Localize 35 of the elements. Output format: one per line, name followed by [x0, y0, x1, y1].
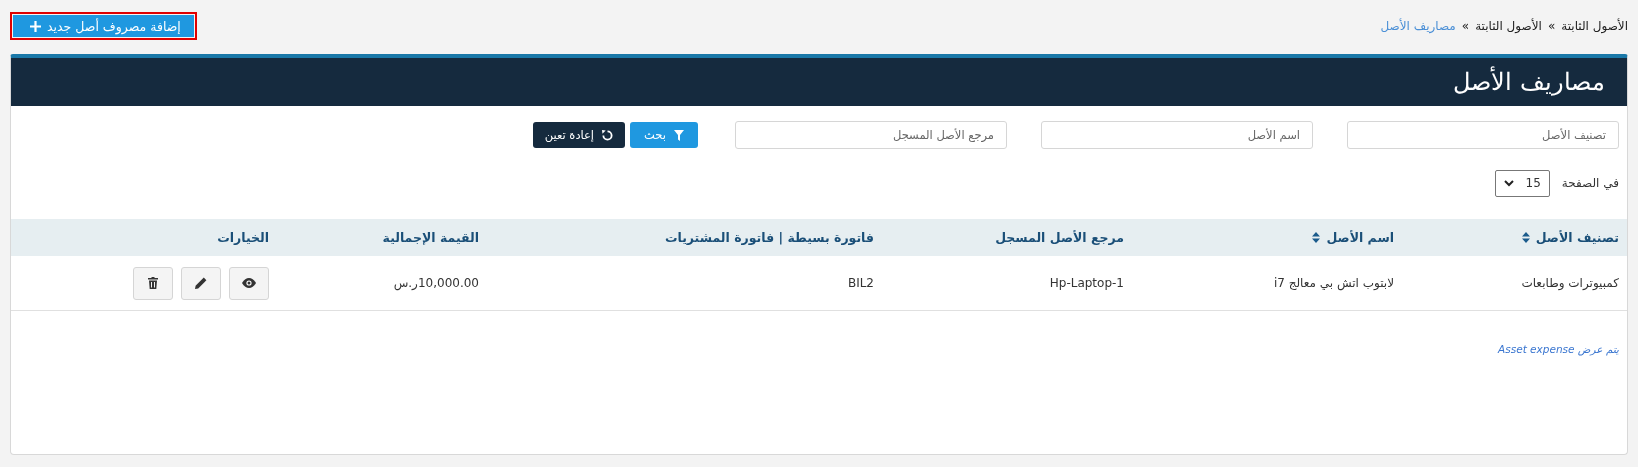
breadcrumb-link[interactable]: الأصول الثابتة — [1475, 19, 1542, 33]
eye-icon — [242, 278, 256, 288]
records-note: يتم عرض Asset expense — [1496, 342, 1620, 355]
sort-icon — [1312, 232, 1321, 243]
column-header: فاتورة بسيطة | فاتورة المشتريات — [487, 219, 882, 256]
column-header: مرجع الأصل المسجل — [882, 219, 1132, 256]
trash-icon — [148, 277, 158, 289]
column-header[interactable]: تصنيف الأصل — [1402, 219, 1627, 256]
edit-button[interactable] — [181, 266, 221, 300]
filter-field[interactable]: مرجع الأصل المسجل — [735, 121, 1007, 149]
filter-field[interactable]: اسم الأصل — [1041, 121, 1313, 149]
column-header: القيمة الإجمالية — [277, 219, 487, 256]
table-cell: 10,000.00ر.س — [277, 256, 487, 311]
breadcrumb-separator: » — [1547, 19, 1556, 33]
filter-icon — [674, 129, 684, 141]
breadcrumb-link[interactable]: الأصول الثابتة — [1561, 19, 1628, 33]
table-cell: كمبيوترات وطابعات — [1402, 256, 1627, 311]
table-cell: لابتوب اتش بي معالج i7 — [1132, 256, 1402, 311]
page-size-label: في الصفحة — [1561, 176, 1619, 190]
delete-button[interactable] — [133, 266, 173, 300]
plus-icon — [30, 20, 41, 32]
table-cell: BIL2 — [487, 256, 882, 311]
filter-field[interactable]: تصنيف الأصل — [1347, 121, 1619, 149]
column-header[interactable]: اسم الأصل — [1132, 219, 1402, 256]
chevron-down-icon — [1503, 179, 1514, 187]
pencil-icon — [195, 277, 207, 289]
sort-icon — [1521, 232, 1530, 243]
breadcrumb-separator: » — [1461, 19, 1470, 33]
table-cell: Hp-Laptop-1 — [882, 256, 1132, 311]
reset-button[interactable]: إعادة تعين — [532, 122, 626, 148]
reset-icon — [602, 129, 614, 141]
view-button[interactable] — [229, 266, 269, 300]
panel-title: مصاريف الأصل — [1453, 68, 1605, 96]
column-header: الخيارات — [11, 219, 277, 256]
page-size-select[interactable]: 15 — [1494, 169, 1550, 197]
